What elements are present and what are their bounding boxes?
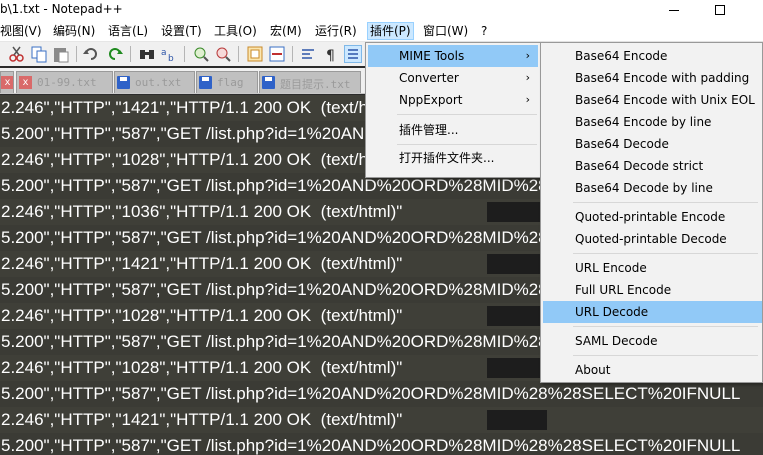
floppy-icon	[199, 76, 212, 89]
menu-item-qp-encode[interactable]: Quoted-printable Encode	[543, 206, 762, 228]
menu-item-base64-encode[interactable]: Base64 Encode	[543, 45, 762, 67]
menu-settings[interactable]: 设置(T)	[161, 23, 202, 41]
menu-separator	[573, 202, 758, 203]
menu-item-mime-tools[interactable]: MIME Tools ›	[368, 45, 538, 67]
menu-bar: 视图(V) 编码(N) 语言(L) 设置(T) 工具(O) 宏(M) 运行(R)…	[0, 20, 763, 42]
menu-tools[interactable]: 工具(O)	[214, 23, 257, 41]
sync-vertical-icon[interactable]	[246, 45, 264, 63]
menu-item-base64-encode-unix-eol[interactable]: Base64 Encode with Unix EOL	[543, 89, 762, 111]
menu-separator	[573, 355, 758, 356]
tab-flag[interactable]: flag	[196, 71, 258, 93]
toolbar-separator	[292, 46, 293, 62]
editor-line: 2.246","HTTP","1421","HTTP/1.1 200 OK (t…	[0, 407, 763, 433]
menu-item-base64-encode-by-line[interactable]: Base64 Encode by line	[543, 111, 762, 133]
find-icon[interactable]	[138, 45, 156, 63]
menu-view[interactable]: 视图(V)	[0, 23, 42, 41]
replace-icon[interactable]: ab	[160, 45, 178, 64]
svg-text:¶: ¶	[326, 48, 335, 63]
menu-item-url-decode[interactable]: URL Decode	[543, 301, 762, 323]
menu-macro[interactable]: 宏(M)	[270, 23, 302, 41]
floppy-icon	[117, 76, 130, 89]
menu-separator	[397, 114, 537, 115]
menu-encoding[interactable]: 编码(N)	[53, 23, 95, 41]
menu-separator	[573, 326, 758, 327]
close-icon[interactable]: x	[1, 76, 13, 89]
menu-item-base64-encode-padding[interactable]: Base64 Encode with padding	[543, 67, 762, 89]
menu-item-open-plugins-folder[interactable]: 打开插件文件夹...	[368, 147, 538, 169]
word-wrap-icon[interactable]	[300, 45, 318, 63]
tab-out[interactable]: out.txt	[114, 71, 195, 93]
maximize-icon	[715, 5, 725, 15]
zoom-out-icon[interactable]	[214, 45, 232, 63]
svg-text:a: a	[161, 48, 167, 58]
menu-item-converter[interactable]: Converter ›	[368, 67, 538, 89]
mime-tools-submenu: Base64 Encode Base64 Encode with padding…	[540, 42, 763, 383]
editor-line: 5.200","HTTP","587","GET /list.php?id=1%…	[1, 384, 741, 403]
minimize-icon	[669, 9, 679, 11]
toolbar-separator	[184, 46, 185, 62]
toolbar-separator	[238, 46, 239, 62]
cut-icon[interactable]	[8, 45, 26, 63]
menu-help[interactable]: ?	[481, 23, 487, 41]
tab-hint[interactable]: 题目提示.txt	[259, 71, 361, 93]
toolbar-separator	[130, 46, 131, 62]
menu-item-base64-decode[interactable]: Base64 Decode	[543, 133, 762, 155]
menu-item-nppexport[interactable]: NppExport ›	[368, 89, 538, 111]
window-title: b\1.txt - Notepad++	[0, 2, 123, 16]
chevron-right-icon: ›	[525, 93, 530, 106]
redo-icon[interactable]	[106, 45, 124, 63]
sync-horizontal-icon[interactable]	[268, 45, 286, 63]
menu-window[interactable]: 窗口(W)	[423, 23, 468, 41]
menu-item-base64-decode-by-line[interactable]: Base64 Decode by line	[543, 177, 762, 199]
zoom-in-icon[interactable]	[192, 45, 210, 63]
menu-item-saml-decode[interactable]: SAML Decode	[543, 330, 762, 352]
menu-item-qp-decode[interactable]: Quoted-printable Decode	[543, 228, 762, 250]
chevron-right-icon: ›	[525, 71, 530, 84]
indent-guide-icon[interactable]	[344, 45, 362, 63]
close-icon[interactable]: x	[19, 76, 32, 89]
maximize-button[interactable]	[697, 0, 743, 20]
menu-item-about[interactable]: About	[543, 359, 762, 381]
menu-separator	[397, 144, 537, 145]
toolbar-separator	[76, 46, 77, 62]
menu-separator	[573, 253, 758, 254]
show-all-chars-icon[interactable]: ¶	[322, 45, 340, 64]
menu-plugins[interactable]: 插件(P)	[367, 22, 414, 40]
title-bar: b\1.txt - Notepad++	[0, 0, 763, 20]
minimize-button[interactable]	[651, 0, 697, 20]
plugins-dropdown-menu: MIME Tools › Converter › NppExport › 插件管…	[365, 42, 541, 178]
chevron-right-icon: ›	[525, 49, 530, 62]
menu-item-plugin-admin[interactable]: 插件管理...	[368, 119, 538, 141]
menu-item-full-url-encode[interactable]: Full URL Encode	[543, 279, 762, 301]
editor-line: 5.200","HTTP","587","GET /list.php?id=1%…	[1, 436, 741, 455]
menu-language[interactable]: 语言(L)	[108, 23, 148, 41]
floppy-icon	[262, 76, 275, 89]
paste-icon[interactable]	[52, 45, 70, 63]
menu-run[interactable]: 运行(R)	[315, 23, 357, 41]
menu-item-url-encode[interactable]: URL Encode	[543, 257, 762, 279]
undo-icon[interactable]	[82, 45, 100, 63]
menu-item-base64-decode-strict[interactable]: Base64 Decode strict	[543, 155, 762, 177]
tab-01-99[interactable]: x 01-99.txt	[16, 71, 113, 93]
copy-icon[interactable]	[30, 45, 48, 63]
svg-text:b: b	[168, 54, 174, 63]
tab-partial[interactable]: x	[0, 71, 14, 93]
